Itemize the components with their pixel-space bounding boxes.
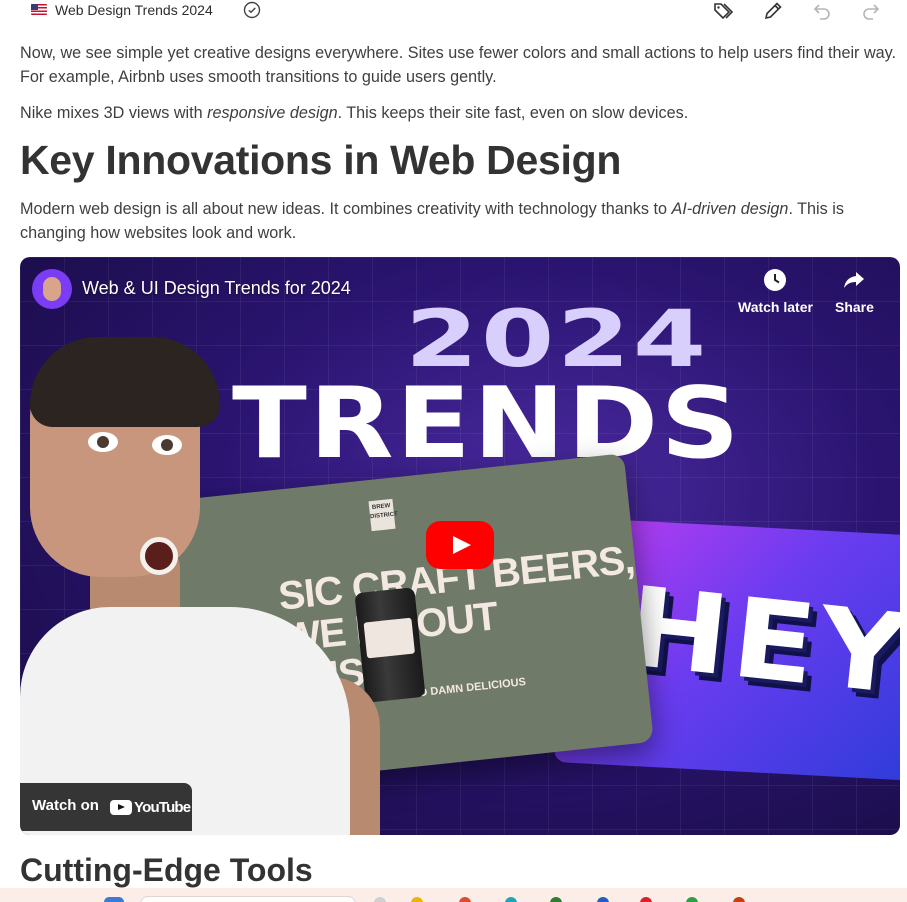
paragraph-modern-text: Modern web design is all about new ideas… bbox=[20, 200, 672, 218]
os-taskbar bbox=[0, 888, 907, 902]
taskbar-files-icon[interactable] bbox=[411, 897, 423, 902]
taskbar-app-icon[interactable] bbox=[459, 897, 471, 902]
share-arrow-icon bbox=[844, 272, 865, 288]
youtube-logo-icon: YouTube bbox=[110, 798, 191, 816]
taskbar-app-icon[interactable] bbox=[550, 897, 562, 902]
share-label: Share bbox=[835, 299, 874, 315]
heading-cutting-edge-tools: Cutting-Edge Tools bbox=[20, 852, 313, 888]
play-button[interactable] bbox=[426, 521, 494, 569]
emphasis-ai-driven-design: AI-driven design bbox=[671, 200, 789, 218]
watch-on-label: Watch on bbox=[32, 797, 99, 814]
taskbar-app-icon[interactable] bbox=[733, 897, 745, 902]
paragraph-modern-design: Modern web design is all about new ideas… bbox=[20, 197, 900, 245]
watch-later-button[interactable]: Watch later bbox=[738, 267, 813, 315]
watch-on-youtube-button[interactable]: Watch on YouTube bbox=[20, 783, 192, 831]
flag-us-icon bbox=[31, 4, 47, 15]
clock-icon bbox=[764, 269, 787, 291]
paragraph-nike: Nike mixes 3D views with responsive desi… bbox=[20, 101, 900, 125]
heading-key-innovations: Key Innovations in Web Design bbox=[20, 137, 622, 183]
video-title[interactable]: Web & UI Design Trends for 2024 bbox=[82, 278, 351, 299]
taskbar-app-icon[interactable] bbox=[374, 897, 386, 902]
check-circle-icon[interactable] bbox=[243, 1, 261, 19]
taskbar-search-box[interactable] bbox=[140, 896, 356, 902]
undo-icon[interactable] bbox=[811, 0, 833, 22]
pencil-icon[interactable] bbox=[762, 0, 784, 22]
emphasis-responsive-design: responsive design bbox=[207, 104, 338, 122]
presenter-image bbox=[20, 297, 380, 835]
taskbar-app-icon[interactable] bbox=[597, 897, 609, 902]
paragraph-intro: Now, we see simple yet creative designs … bbox=[20, 44, 897, 86]
watch-later-label: Watch later bbox=[738, 299, 813, 315]
channel-avatar[interactable] bbox=[32, 269, 72, 309]
redo-icon[interactable] bbox=[860, 0, 882, 22]
youtube-wordmark: YouTube bbox=[134, 798, 191, 816]
windows-start-icon[interactable] bbox=[104, 897, 124, 902]
tags-icon[interactable] bbox=[712, 0, 734, 22]
taskbar-app-icon[interactable] bbox=[640, 897, 652, 902]
youtube-embed[interactable]: 2024 TRENDS HEY BREW DISTRICT SIC CRAFT … bbox=[20, 257, 900, 835]
document-toolbar: Web Design Trends 2024 bbox=[0, 0, 907, 22]
paragraph-nike-text-end: . This keeps their site fast, even on sl… bbox=[337, 104, 689, 122]
share-button[interactable]: Share bbox=[835, 267, 874, 315]
taskbar-chrome-icon[interactable] bbox=[686, 897, 698, 902]
paragraph-nike-text: Nike mixes 3D views with bbox=[20, 104, 208, 122]
taskbar-app-icon[interactable] bbox=[505, 897, 517, 902]
document-title[interactable]: Web Design Trends 2024 bbox=[55, 2, 213, 18]
